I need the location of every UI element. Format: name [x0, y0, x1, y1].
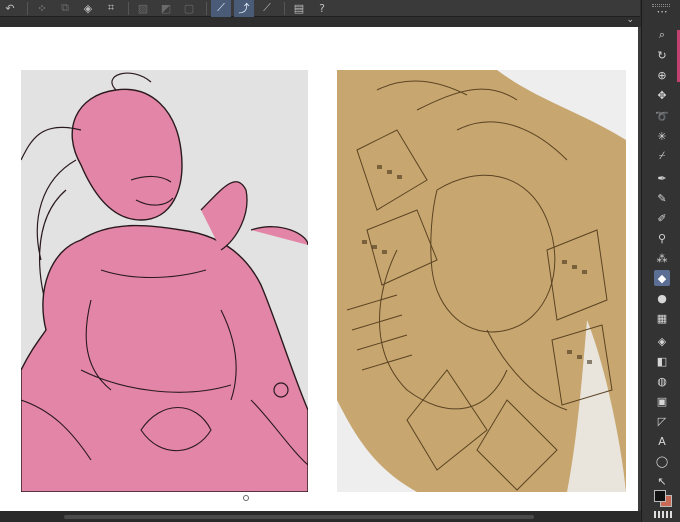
canvas-page-left[interactable] — [21, 70, 308, 492]
eraser-icon[interactable]: ◆ — [654, 270, 670, 286]
eyedropper-icon[interactable]: ⌿ — [654, 148, 670, 164]
gradient-tool-icon[interactable]: ◧ — [654, 353, 670, 369]
bottom-scroll-strip — [0, 511, 640, 522]
pencil-icon[interactable]: ✎ — [654, 190, 670, 206]
layer-copy-icon[interactable]: ⧉ — [55, 0, 75, 17]
toolbar-separator — [27, 1, 28, 15]
fill-bucket-icon[interactable]: ◈ — [78, 0, 98, 17]
gradient-icon[interactable]: ◩ — [156, 0, 176, 17]
more-options-icon[interactable]: ⋯ — [654, 3, 670, 19]
fill-icon[interactable]: ◈ — [654, 333, 670, 349]
line-tool-icon[interactable]: ⟋ — [257, 0, 277, 17]
canvas-page-right[interactable] — [337, 70, 626, 492]
tool-palette: ⋯ ⌕ ↻ ⊕ ✥ ➰ ✳ ⌿ ✒ ✎ ✐ ⚲ ⁂ ◆ ● ▦ ◈ ◧ ◍ ▣ ◸ A ◯ ↖ — [641, 0, 680, 522]
rotate-icon[interactable]: ↻ — [654, 47, 670, 63]
lasso-select-icon[interactable]: ⁘ — [32, 0, 52, 17]
toolbar-subbar: ⌄ — [0, 15, 640, 27]
horizontal-scrollbar-thumb[interactable] — [64, 515, 534, 519]
navigator-icon[interactable]: ⊕ — [654, 67, 670, 83]
zoom-icon[interactable]: ⌕ — [654, 27, 670, 43]
crop-icon[interactable]: ⌗ — [101, 0, 121, 17]
magic-wand-icon[interactable]: ✳ — [654, 128, 670, 144]
chevron-down-icon[interactable]: ⌄ — [626, 15, 634, 25]
balloon-icon[interactable]: ◯ — [654, 453, 670, 469]
toolbar-separator — [284, 1, 285, 15]
hatch-icon[interactable]: ▨ — [133, 0, 153, 17]
correct-line-icon[interactable]: ↖ — [654, 473, 670, 489]
top-toolbar: ↶ ⁘ ⧉ ◈ ⌗ ▨ ◩ ▢ ⟋ ⤴ ⟋ ▤? — [0, 0, 640, 17]
move-icon[interactable]: ✥ — [654, 87, 670, 103]
ruler-pen-icon[interactable]: ⟋ — [211, 0, 231, 17]
canvas-rotation-handle[interactable] — [243, 495, 249, 501]
sketch-yellow-character — [337, 70, 626, 492]
palette-bottom-strip — [654, 511, 672, 518]
frame-icon[interactable]: ▢ — [179, 0, 199, 17]
shape-icon[interactable]: ◍ — [654, 373, 670, 389]
pen-icon[interactable]: ✒ — [654, 170, 670, 186]
foreground-color-swatch[interactable] — [654, 490, 666, 502]
frame-tool-icon[interactable]: ▣ — [654, 393, 670, 409]
spray-icon[interactable]: ⁂ — [654, 250, 670, 266]
app-window: ↶ ⁘ ⧉ ◈ ⌗ ▨ ◩ ▢ ⟋ ⤴ ⟋ ▤? ⌄ ⋯ ⌕ ↻ ⊕ ✥ ➰ ✳… — [0, 0, 680, 522]
ruler-icon[interactable]: ◸ — [654, 413, 670, 429]
pattern-icon[interactable]: ▦ — [654, 310, 670, 326]
toolbar-separator — [128, 1, 129, 15]
undo-icon[interactable]: ↶ — [0, 0, 20, 17]
brush-icon[interactable]: ✐ — [654, 210, 670, 226]
text-icon[interactable]: A — [654, 433, 670, 449]
lasso-icon[interactable]: ➰ — [654, 108, 670, 124]
color-swatch[interactable] — [654, 490, 672, 507]
document-icon[interactable]: ▤ — [289, 0, 309, 17]
sketch-pink-character — [21, 72, 308, 492]
canvas-area[interactable] — [0, 27, 638, 511]
curve-pen-icon[interactable]: ⤴ — [234, 0, 254, 17]
help-icon[interactable]: ? — [312, 0, 332, 17]
marker-icon[interactable]: ⚲ — [654, 230, 670, 246]
blend-icon[interactable]: ● — [654, 290, 670, 306]
toolbar-separator — [206, 1, 207, 15]
